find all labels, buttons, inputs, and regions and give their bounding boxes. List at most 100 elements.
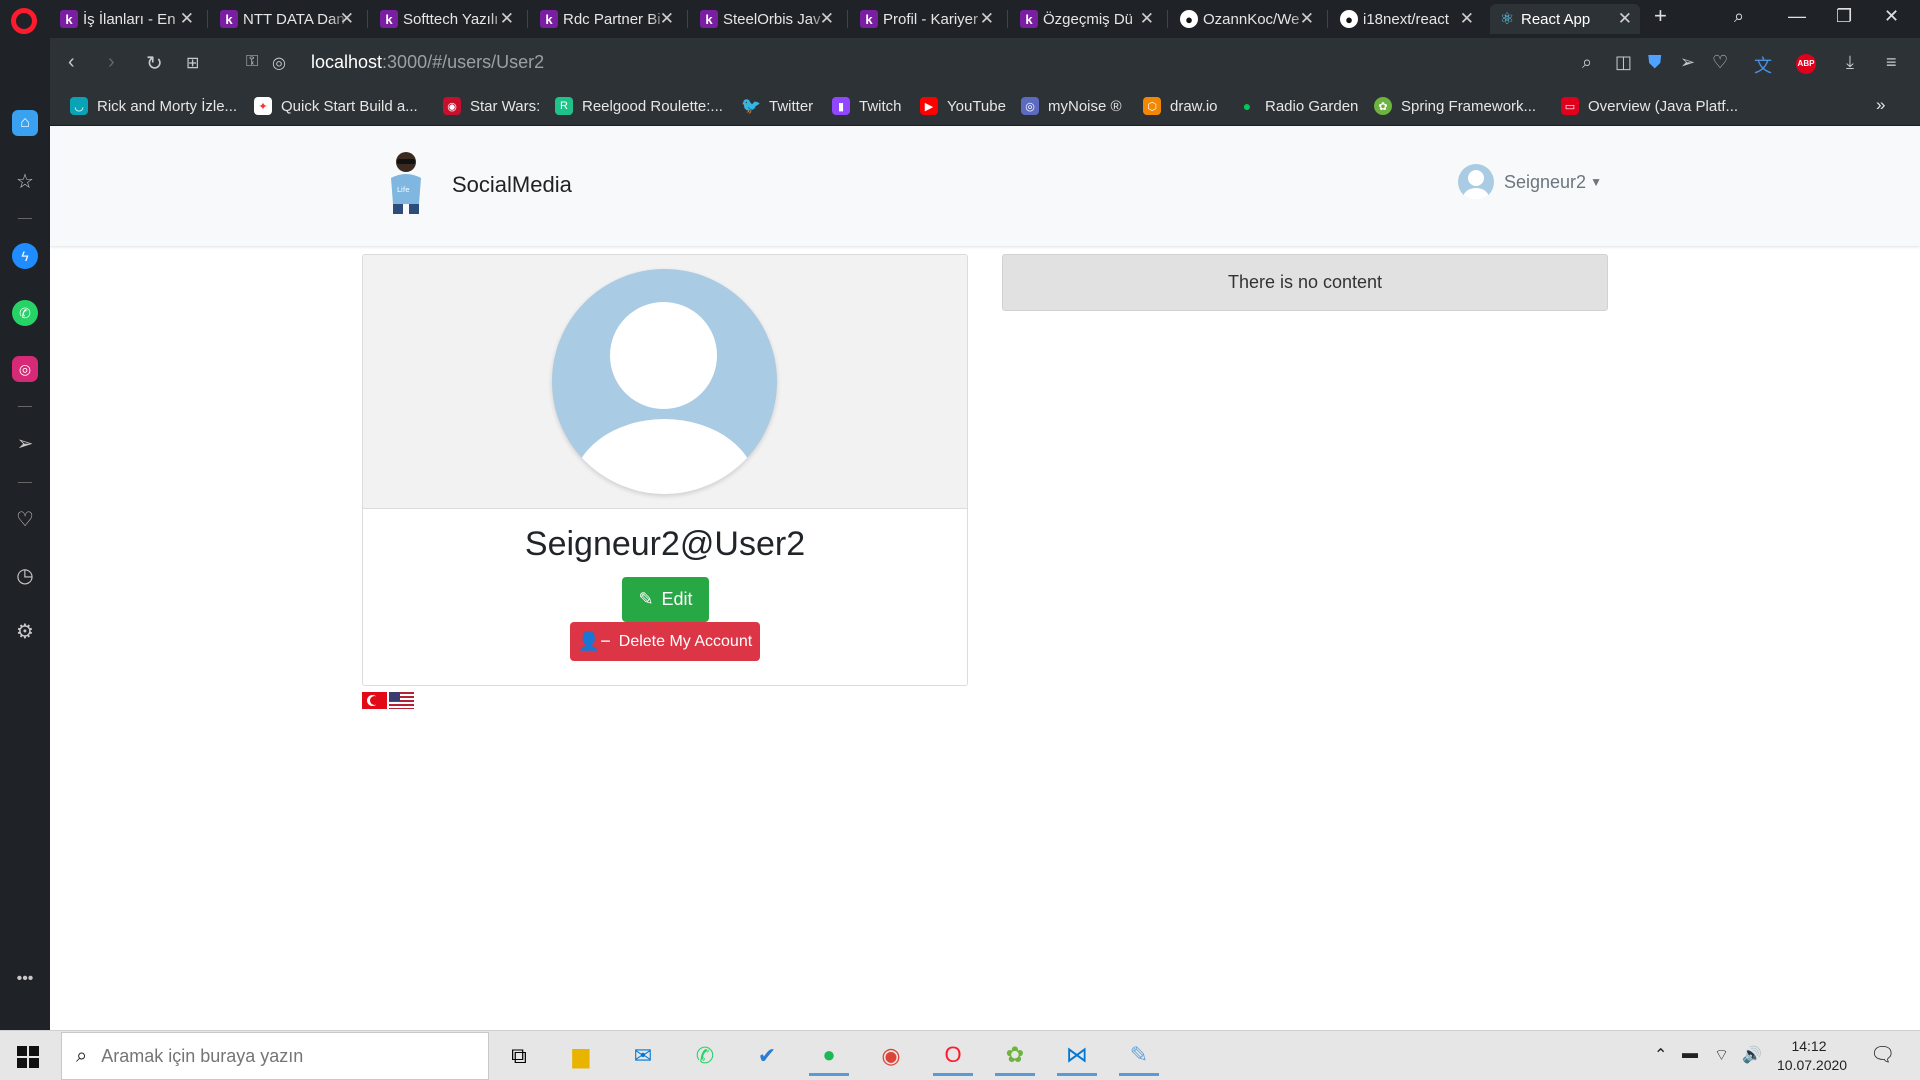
wifi-icon[interactable]: ⌔	[1714, 1045, 1729, 1065]
clock-date: 10.07.2020	[1777, 1057, 1848, 1073]
new-tab-button[interactable]: +	[1654, 3, 1667, 29]
bookmark-twitter[interactable]: 🐦 Twitter	[741, 97, 813, 116]
bookmark-rick-and-morty[interactable]: ◡ Rick and Morty İzle...	[70, 97, 237, 115]
reload-icon[interactable]: ↻	[146, 51, 163, 76]
translate-icon[interactable]: 文	[1754, 52, 1772, 78]
tab-divider	[207, 10, 208, 28]
snapshot-icon[interactable]: ◫	[1615, 52, 1632, 73]
tab-steelorbis[interactable]: k SteelOrbis Jav ✕	[692, 4, 842, 34]
volume-icon[interactable]: 🔊	[1742, 1045, 1762, 1065]
close-icon[interactable]: ✕	[1460, 9, 1474, 29]
mail-icon[interactable]: ✉	[623, 1036, 663, 1076]
instagram-icon[interactable]: ◎	[12, 356, 38, 382]
close-icon[interactable]: ✕	[660, 9, 674, 29]
file-explorer-icon[interactable]: ▆	[561, 1036, 601, 1076]
whatsapp-icon[interactable]: ✆	[685, 1036, 725, 1076]
tab-github-ozannkoc[interactable]: ● OzannKoc/We ✕	[1172, 4, 1322, 34]
bookmark-icon: R	[555, 97, 573, 115]
opera-icon[interactable]: O	[933, 1036, 973, 1076]
more-bookmarks-icon[interactable]: »	[1876, 95, 1885, 115]
paint-icon[interactable]: ✎	[1119, 1036, 1159, 1076]
history-icon[interactable]: ◷	[12, 562, 38, 588]
tab-profil-kariyer[interactable]: k Profil - Kariyer ✕	[852, 4, 1002, 34]
pencil-icon: ✎	[638, 589, 654, 609]
bookmark-spring[interactable]: ✿ Spring Framework...	[1374, 97, 1536, 115]
windows-start-icon[interactable]	[17, 1046, 39, 1068]
bookmark-drawio[interactable]: ⬡ draw.io	[1143, 97, 1218, 115]
close-icon[interactable]: ✕	[1300, 9, 1314, 29]
heart-icon[interactable]: ♡	[1712, 52, 1728, 73]
brand-name[interactable]: SocialMedia	[452, 172, 572, 198]
download-icon[interactable]: ⤓	[1846, 52, 1854, 73]
bookmark-youtube[interactable]: ▶ YouTube	[920, 97, 1006, 115]
tab-github-i18next[interactable]: ● i18next/react ✕	[1332, 4, 1482, 34]
k-logo-icon: k	[1020, 10, 1038, 28]
bookmark-twitch[interactable]: ▮ Twitch	[832, 97, 902, 115]
edit-button[interactable]: ✎ Edit	[622, 577, 709, 622]
close-icon[interactable]: ✕	[180, 9, 194, 29]
home-icon[interactable]: ⌂	[12, 110, 38, 136]
close-icon[interactable]: ✕	[1618, 9, 1632, 29]
task-view-icon[interactable]: ⧉	[499, 1036, 539, 1076]
tab-softtech[interactable]: k Softtech Yazılı ✕	[372, 4, 522, 34]
bookmark-java-overview[interactable]: ▭ Overview (Java Platf...	[1561, 97, 1738, 115]
bookmark-quick-start[interactable]: ✦ Quick Start Build a...	[254, 97, 418, 115]
taskbar-clock[interactable]: 14:12 10.07.2020	[1777, 1037, 1848, 1075]
user-dropdown[interactable]: Seigneur2 ▼	[1458, 164, 1602, 200]
easy-setup-icon[interactable]: ≡	[1886, 52, 1897, 73]
star-icon[interactable]: ☆	[12, 168, 38, 194]
url-field[interactable]: localhost:3000/#/users/User2	[311, 52, 544, 73]
settings-gear-icon[interactable]: ⚙	[12, 618, 38, 644]
edit-button-label: Edit	[661, 589, 693, 609]
tab-ntt-data[interactable]: k NTT DATA Dan ✕	[212, 4, 362, 34]
restore-button[interactable]: ❐	[1836, 6, 1852, 27]
turkey-flag-icon[interactable]	[362, 692, 387, 709]
chrome-icon[interactable]: ◉	[871, 1036, 911, 1076]
close-window-button[interactable]: ✕	[1884, 6, 1899, 27]
tab-is-ilanlari[interactable]: k İş İlanları - En ✕	[52, 4, 202, 34]
sidebar-divider	[18, 482, 32, 483]
close-icon[interactable]: ✕	[980, 9, 994, 29]
send-icon[interactable]: ➢	[1680, 52, 1695, 73]
todo-icon[interactable]: ✔	[747, 1036, 787, 1076]
spotify-icon[interactable]: ●	[809, 1036, 849, 1076]
tab-ozgecmis[interactable]: k Özgeçmiş Dü ✕	[1012, 4, 1162, 34]
logo-image[interactable]: Life	[381, 148, 431, 216]
bookmark-radio-garden[interactable]: ● Radio Garden	[1238, 97, 1359, 115]
speed-dial-icon[interactable]: ⊞	[186, 53, 199, 73]
back-icon[interactable]: ‹	[68, 51, 75, 74]
whatsapp-icon[interactable]: ✆	[12, 300, 38, 326]
usa-flag-icon[interactable]	[389, 692, 414, 709]
security-key-icon[interactable]: ⚿	[246, 53, 258, 71]
abp-icon[interactable]: ABP	[1796, 50, 1816, 74]
bookmark-star-wars[interactable]: ◉ Star Wars:	[443, 97, 540, 115]
messenger-icon[interactable]: ϟ	[12, 243, 38, 269]
close-icon[interactable]: ✕	[340, 9, 354, 29]
profile-card: Seigneur2@User2 ✎ Edit 👤− Delete My Acco…	[362, 254, 968, 686]
forward-icon[interactable]: ›	[108, 51, 115, 74]
minimize-button[interactable]: —	[1788, 6, 1806, 27]
tab-react-app[interactable]: ⚛ React App ✕	[1490, 4, 1640, 34]
notifications-icon[interactable]: 🗨	[1870, 1042, 1895, 1067]
user-minus-icon: 👤−	[577, 631, 611, 651]
tab-rdc-partner[interactable]: k Rdc Partner Bi ✕	[532, 4, 682, 34]
search-input[interactable]	[101, 1045, 462, 1067]
heart-icon[interactable]: ♡	[12, 506, 38, 532]
close-icon[interactable]: ✕	[1140, 9, 1154, 29]
send-icon[interactable]: ➢	[12, 430, 38, 456]
show-hidden-icons-icon[interactable]: ⌃	[1654, 1045, 1667, 1065]
vscode-icon[interactable]: ⋈	[1057, 1036, 1097, 1076]
close-icon[interactable]: ✕	[500, 9, 514, 29]
close-icon[interactable]: ✕	[820, 9, 834, 29]
battery-icon[interactable]: ▬	[1682, 1045, 1698, 1063]
bookmark-reelgood[interactable]: R Reelgood Roulette:...	[555, 97, 723, 115]
delete-account-button[interactable]: 👤− Delete My Account	[570, 622, 760, 661]
opera-logo-icon[interactable]	[11, 8, 37, 34]
taskbar-search[interactable]: ⌕	[61, 1032, 489, 1080]
spring-tool-suite-icon[interactable]: ✿	[995, 1036, 1035, 1076]
bookmark-mynoise[interactable]: ◎ myNoise ®	[1021, 97, 1122, 115]
search-tabs-icon[interactable]: ⌕	[1734, 6, 1744, 27]
adblock-shield-icon[interactable]: ⛊	[1648, 52, 1662, 73]
more-options-icon[interactable]: •••	[12, 966, 38, 992]
search-page-icon[interactable]: ⌕	[1582, 52, 1592, 73]
